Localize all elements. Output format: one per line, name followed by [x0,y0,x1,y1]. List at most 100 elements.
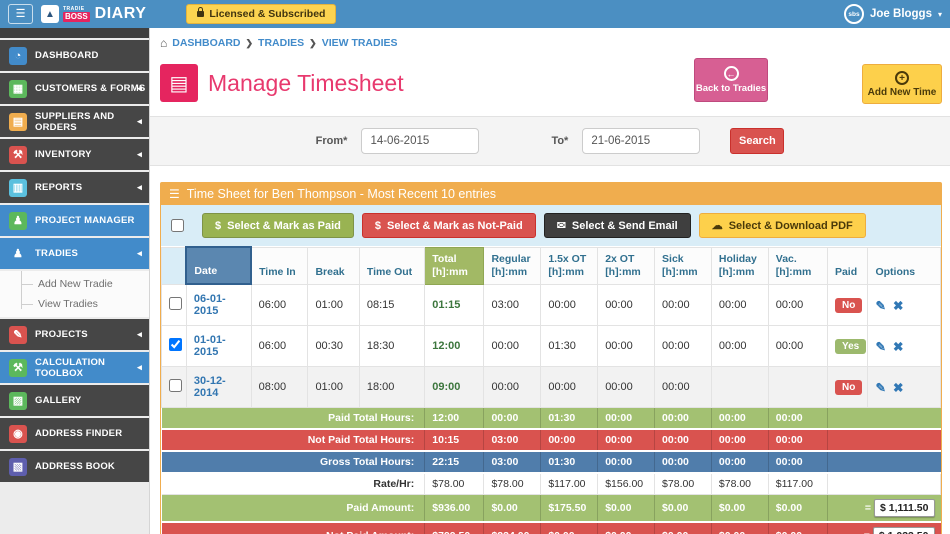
breadcrumb-link-dashboard[interactable]: DASHBOARD [172,37,240,49]
ot2-cell: 00:00 [597,366,656,409]
sidebar-item-customers-forms[interactable]: ▦ CUSTOMERS & FORMS ◂ [0,73,149,104]
summary-value: $117.00 [768,473,828,496]
edit-icon[interactable]: ✎ [875,340,885,354]
summary-value: 00:00 [654,407,712,431]
sidebar-item-project-manager[interactable]: ♟ PROJECT MANAGER [0,205,149,236]
row-checkbox[interactable] [169,379,182,393]
select-all-checkbox[interactable] [171,219,184,232]
from-date-input[interactable] [361,128,480,154]
checkbox-column-header [161,246,187,285]
row-checkbox[interactable] [169,338,182,352]
holiday-cell: 00:00 [710,283,769,327]
date-link[interactable]: 30-12-2014 [194,375,226,399]
hamburger-menu-icon[interactable]: ☰ [8,4,33,24]
sidebar-item-gallery[interactable]: ▨ GALLERY [0,385,149,416]
bulk-actions-toolbar: $ Select & Mark as Paid $ Select & Mark as … [161,205,941,246]
column-header-2x-ot: 2x OT [h]:mm [597,246,656,285]
time-out-cell: 18:30 [358,325,426,368]
summary-value: 00:00 [654,429,712,453]
sidebar-item-address-finder[interactable]: ◉ ADDRESS FINDER [0,418,149,449]
date-link[interactable]: 06-01-2015 [194,293,226,317]
add-new-time-button[interactable]: + Add New Time [862,64,942,104]
dashboard-icon: ◔ [9,46,27,65]
ot15-cell: 00:00 [540,283,599,327]
plus-circle-icon: + [895,70,909,85]
user-menu[interactable]: sbs Joe Bloggs ▾ [844,4,942,24]
summary-row-rate-hr-: Rate/Hr: $78.00 $78.00 $117.00 $156.00 $78.00… [161,473,942,496]
summary-total-cell: =$ 1,033.50 [827,522,941,534]
edit-icon[interactable]: ✎ [875,381,885,395]
ot15-cell: 01:30 [540,325,599,368]
sidebar-item-inventory[interactable]: ⚒ INVENTORY ◂ [0,139,149,170]
summary-total-box: $ 1,111.50 [874,499,935,518]
summary-value: $78.00 [424,473,485,496]
summary-value: 10:15 [424,429,485,453]
select-download-pdf-button[interactable]: ☁ Select & Download PDF [698,213,866,238]
panel-title: Time Sheet for Ben Thompson - Most Recen… [186,187,496,201]
delete-icon[interactable]: ✖ [893,299,903,313]
toolbox-icon: ⚒ [9,358,27,377]
holiday-cell [710,366,769,409]
summary-value: $0.00 [483,494,542,524]
date-cell: 30-12-2014 [185,366,252,409]
to-date-input[interactable] [582,128,701,154]
equals-sign: = [864,502,872,515]
summary-value: 00:00 [597,451,656,475]
panel-header: ☰ Time Sheet for Ben Thompson - Most Rec… [161,183,941,205]
edit-icon[interactable]: ✎ [875,299,885,313]
options-cell: ✎ ✖ [867,366,941,409]
sidebar-item-suppliers-and-orders[interactable]: ▤ SUPPLIERS AND ORDERS ◂ [0,106,149,137]
from-label: From* [315,135,348,147]
caret-left-icon: ◂ [137,248,142,258]
search-button[interactable]: Search [730,128,785,154]
app-logo: ▲ TRADIE BOSS DIARY [41,5,146,23]
breadcrumb-link-tradies[interactable]: TRADIES [258,37,304,49]
caret-left-icon: ◂ [137,116,142,126]
column-header-time-out: Time Out [358,246,426,285]
summary-value: 12:00 [424,407,485,431]
sidebar-item-label: ADDRESS BOOK [35,461,115,472]
sidebar-item-reports[interactable]: ▥ REPORTS ◂ [0,172,149,203]
to-label: To* [551,135,569,147]
regular-cell: 03:00 [483,283,542,327]
table-row: 06-01-2015 06:00 01:00 08:15 01:15 03:00 00:00… [161,283,941,327]
sidebar-item-projects[interactable]: ✎ PROJECTS ◂ [0,319,149,350]
sidebar-subitem-add-new-tradie[interactable]: Add New Tradie [0,274,149,294]
sidebar-subitem-view-tradies[interactable]: View Tradies [0,294,149,314]
summary-value: 01:30 [540,407,599,431]
sidebar-item-address-book[interactable]: ▧ ADDRESS BOOK [0,451,149,482]
row-checkbox[interactable] [169,297,182,310]
sidebar-item-tradies[interactable]: ♟ TRADIES ◂ [0,238,149,269]
caret-left-icon: ◂ [137,362,142,372]
summary-value: 00:00 [654,451,712,475]
summary-row-paid-total-hours-: Paid Total Hours: 12:00 00:00 01:30 00:00 00:… [161,407,941,431]
column-header-total: Total [h]:mm [424,246,485,285]
summary-total-cell: = $ 1,111.50 [827,494,941,524]
table-row: 01-01-2015 06:00 00:30 18:30 12:00 00:00 01:30… [161,325,941,368]
main-content: ⌂ DASHBOARD ❯ TRADIES ❯ VIEW TRADIES ▤ Manag… [150,28,950,534]
licensed-badge[interactable]: Licensed & Subscribed [186,4,337,24]
tradies-icon: ♟ [9,244,27,263]
breadcrumb-link-view-tradies[interactable]: VIEW TRADIES [322,37,398,49]
vac-cell: 00:00 [767,325,828,368]
sidebar-item-dashboard[interactable]: ◔ DASHBOARD [0,40,149,71]
summary-value: 00:00 [711,407,769,431]
back-to-tradies-button[interactable]: ← Back to Tradies [694,58,768,102]
column-header-sick: Sick [h]:mm [654,246,712,285]
date-cell: 06-01-2015 [185,283,252,327]
select-send-email-button[interactable]: ✉ Select & Send Email [543,213,691,238]
sidebar-item-calculation-toolbox[interactable]: ⚒ CALCULATION TOOLBOX ◂ [0,352,149,383]
home-icon: ⌂ [160,36,168,50]
logo-tradie-text: TRADIE [63,5,85,12]
delete-icon[interactable]: ✖ [893,381,903,395]
sidebar-item-label: SUPPLIERS AND ORDERS [35,110,115,133]
select-mark-as-paid-button[interactable]: $ Select & Mark as Paid [202,213,354,238]
date-link[interactable]: 01-01-2015 [194,334,226,358]
sidebar-menu: ◔ DASHBOARD ▦ CUSTOMERS & FORMS ◂ ▤ SUPPLIERS … [0,40,149,482]
column-header-options: Options [867,246,941,285]
page-header: ▤ Manage Timesheet ← Back to Tradies + A… [150,50,950,108]
sidebar-submenu: Add New Tradie View Tradies [0,271,149,319]
select-mark-as-not-paid-button[interactable]: $ Select & Mark as Not-Paid [361,213,536,238]
address-book-icon: ▧ [9,457,27,476]
delete-icon[interactable]: ✖ [893,340,903,354]
